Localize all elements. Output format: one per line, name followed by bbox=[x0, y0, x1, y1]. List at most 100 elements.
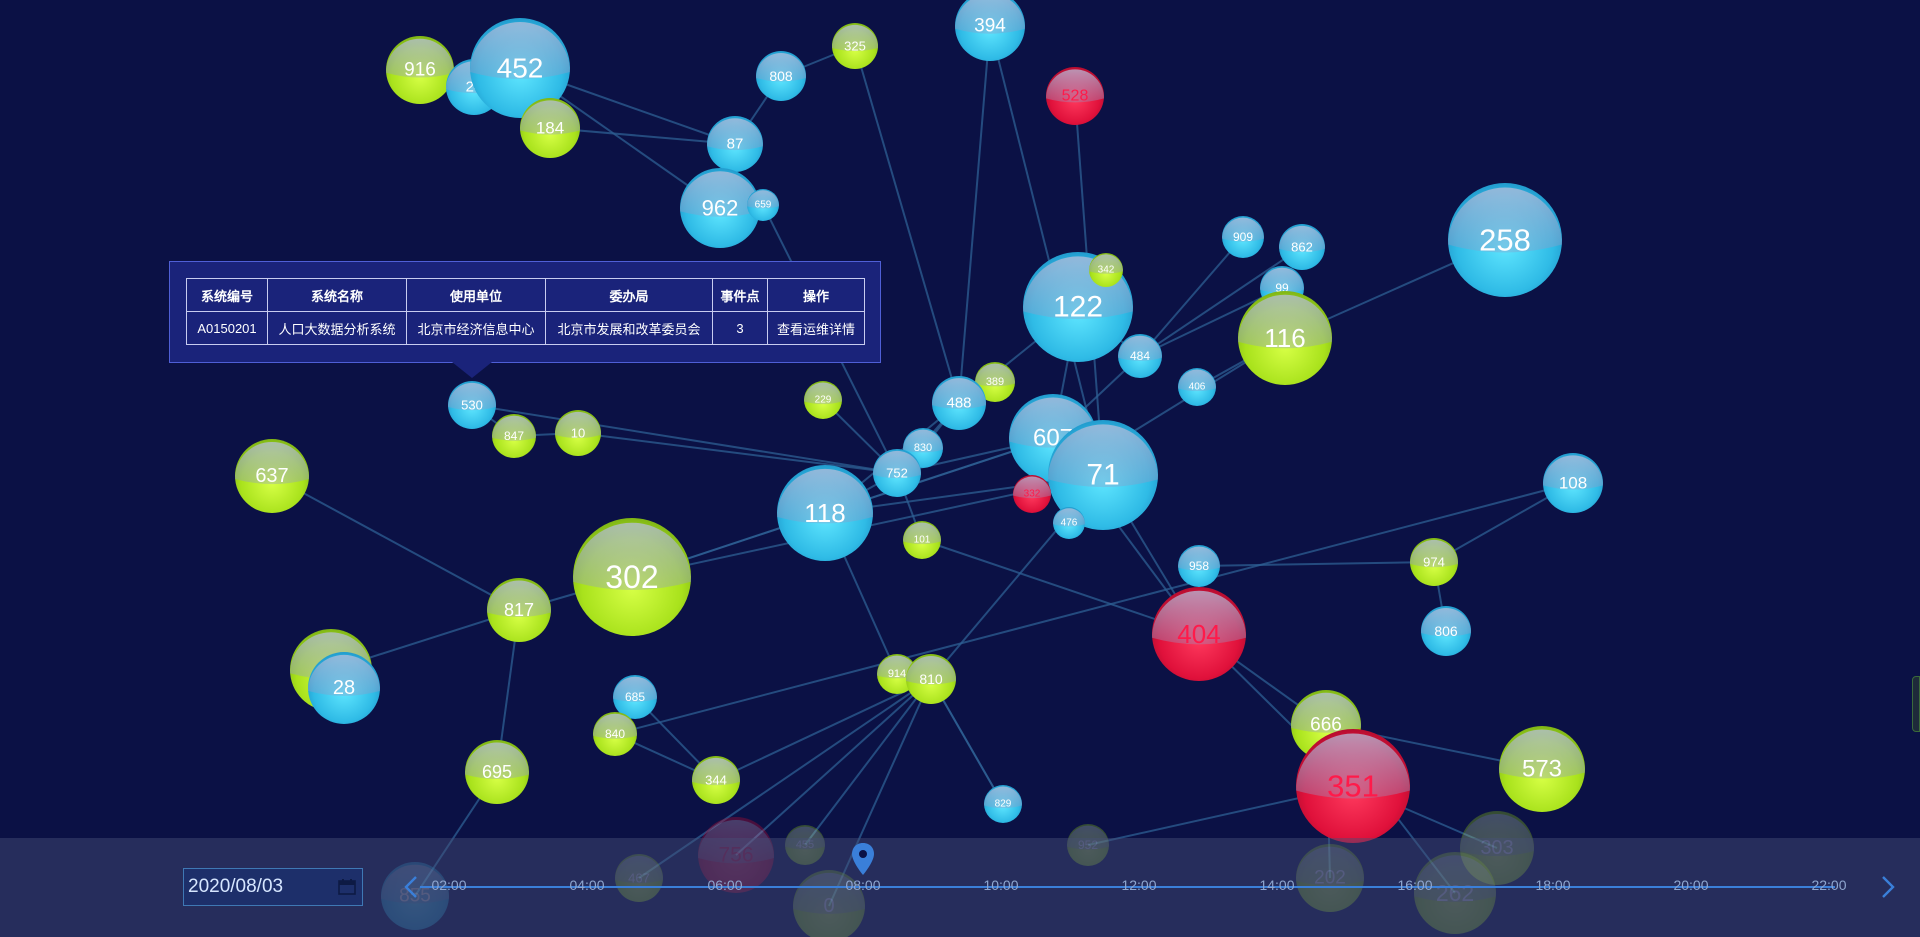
node-label: 916 bbox=[404, 60, 436, 81]
graph-node[interactable]: 847 bbox=[492, 414, 536, 458]
graph-node[interactable]: 302 bbox=[573, 518, 691, 636]
cell-system-id: A0150201 bbox=[186, 311, 268, 345]
timeline-tick[interactable]: 10:00 bbox=[973, 877, 1029, 893]
timeline-tick[interactable]: 22:00 bbox=[1801, 877, 1857, 893]
node-label: 452 bbox=[497, 53, 544, 84]
graph-node[interactable]: 28 bbox=[308, 652, 380, 724]
cell-events: 3 bbox=[712, 311, 768, 345]
graph-node[interactable]: 484 bbox=[1118, 334, 1162, 378]
node-label: 962 bbox=[702, 196, 739, 221]
timeline-tick[interactable]: 04:00 bbox=[559, 877, 615, 893]
node-label: 10 bbox=[571, 426, 585, 441]
timeline-tick[interactable]: 14:00 bbox=[1249, 877, 1305, 893]
graph-node[interactable]: 184 bbox=[520, 98, 580, 158]
graph-link bbox=[1198, 561, 1435, 567]
graph-node[interactable]: 406 bbox=[1178, 368, 1216, 406]
header-action: 操作 bbox=[767, 278, 865, 312]
graph-node[interactable]: 810 bbox=[906, 654, 956, 704]
node-label: 752 bbox=[886, 466, 908, 481]
node-label: 101 bbox=[914, 535, 931, 546]
node-label: 258 bbox=[1479, 223, 1531, 258]
graph-node[interactable]: 528 bbox=[1046, 67, 1104, 125]
graph-node[interactable]: 573 bbox=[1499, 726, 1585, 812]
graph-node[interactable]: 909 bbox=[1222, 216, 1264, 258]
view-maintenance-details-link[interactable]: 查看运维详情 bbox=[777, 322, 855, 337]
node-label: 71 bbox=[1086, 459, 1119, 492]
node-label: 476 bbox=[1061, 518, 1078, 529]
node-label: 118 bbox=[804, 498, 845, 528]
timeline-tick[interactable]: 06:00 bbox=[697, 877, 753, 893]
node-label: 530 bbox=[461, 398, 483, 413]
timeline-tick[interactable]: 12:00 bbox=[1111, 877, 1167, 893]
node-label: 637 bbox=[255, 465, 288, 487]
side-scroll-handle[interactable] bbox=[1912, 676, 1920, 732]
node-label: 351 bbox=[1327, 769, 1379, 804]
graph-node[interactable]: 817 bbox=[487, 578, 551, 642]
graph-node[interactable]: 118 bbox=[777, 465, 873, 561]
node-label: 325 bbox=[844, 39, 866, 54]
map-pin-icon[interactable] bbox=[851, 842, 875, 876]
graph-node[interactable]: 258 bbox=[1448, 183, 1562, 297]
chevron-right-icon[interactable] bbox=[1873, 873, 1901, 901]
graph-node[interactable]: 351 bbox=[1296, 729, 1410, 843]
node-label: 332 bbox=[1024, 489, 1041, 500]
graph-node[interactable]: 958 bbox=[1178, 545, 1220, 587]
graph-node[interactable]: 916 bbox=[386, 36, 454, 104]
timeline-tick[interactable]: 16:00 bbox=[1387, 877, 1443, 893]
node-label: 974 bbox=[1423, 555, 1445, 570]
node-label: 659 bbox=[755, 200, 772, 211]
graph-node[interactable]: 101 bbox=[903, 521, 941, 559]
graph-node[interactable]: 752 bbox=[873, 449, 921, 497]
graph-node[interactable]: 808 bbox=[756, 51, 806, 101]
graph-node[interactable]: 637 bbox=[235, 439, 309, 513]
table-header-row: 系统编号 系统名称 使用单位 委办局 事件点 操作 bbox=[186, 278, 865, 312]
graph-node[interactable]: 87 bbox=[707, 116, 763, 172]
network-graph: 9162445218480832539452887962659909862258… bbox=[235, 0, 1603, 937]
graph-node[interactable]: 344 bbox=[692, 756, 740, 804]
graph-node[interactable]: 862 bbox=[1279, 224, 1325, 270]
system-info-tooltip: 系统编号 系统名称 使用单位 委办局 事件点 操作 A0150201 人口大数据… bbox=[169, 261, 881, 363]
graph-node[interactable]: 116 bbox=[1238, 291, 1332, 385]
graph-node[interactable]: 806 bbox=[1421, 606, 1471, 656]
calendar-icon[interactable] bbox=[338, 879, 356, 895]
graph-node[interactable]: 332 bbox=[1013, 475, 1051, 513]
graph-node[interactable]: 342 bbox=[1089, 253, 1123, 287]
timeline-tick[interactable]: 08:00 bbox=[835, 877, 891, 893]
graph-node[interactable]: 404 bbox=[1152, 587, 1246, 681]
tooltip-arrow bbox=[452, 362, 492, 378]
graph-node[interactable]: 325 bbox=[832, 23, 878, 69]
graph-link bbox=[271, 475, 520, 611]
node-label: 87 bbox=[727, 136, 744, 153]
graph-node[interactable]: 685 bbox=[613, 675, 657, 719]
graph-node[interactable]: 229 bbox=[804, 381, 842, 419]
graph-node[interactable]: 488 bbox=[932, 376, 986, 430]
graph-node[interactable]: 530 bbox=[448, 381, 496, 429]
graph-link bbox=[577, 432, 898, 474]
node-label: 302 bbox=[605, 559, 658, 595]
graph-node[interactable]: 10 bbox=[555, 410, 601, 456]
system-info-table: 系统编号 系统名称 使用单位 委办局 事件点 操作 A0150201 人口大数据… bbox=[186, 278, 865, 345]
graph-node[interactable]: 476 bbox=[1053, 507, 1085, 539]
graph-node[interactable]: 695 bbox=[465, 740, 529, 804]
node-label: 808 bbox=[769, 68, 793, 84]
date-input[interactable]: 2020/08/03 bbox=[183, 868, 363, 906]
graph-node[interactable]: 974 bbox=[1410, 538, 1458, 586]
graph-node[interactable]: 659 bbox=[747, 189, 779, 221]
graph-node[interactable]: 394 bbox=[955, 0, 1025, 61]
timeline-tick[interactable]: 18:00 bbox=[1525, 877, 1581, 893]
graph-node[interactable]: 108 bbox=[1543, 453, 1603, 513]
timeline-tick[interactable]: 20:00 bbox=[1663, 877, 1719, 893]
node-label: 116 bbox=[1264, 323, 1305, 353]
node-label: 573 bbox=[1522, 756, 1562, 783]
node-label: 810 bbox=[919, 671, 943, 687]
node-label: 184 bbox=[536, 119, 564, 138]
graph-node[interactable]: 829 bbox=[984, 785, 1022, 823]
header-events: 事件点 bbox=[712, 278, 768, 312]
header-system-id: 系统编号 bbox=[186, 278, 268, 312]
node-label: 389 bbox=[986, 376, 1004, 388]
table-row: A0150201 人口大数据分析系统 北京市经济信息中心 北京市发展和改革委员会… bbox=[186, 311, 865, 345]
timeline-tick[interactable]: 02:00 bbox=[421, 877, 477, 893]
graph-node[interactable]: 840 bbox=[593, 712, 637, 756]
node-layer: 9162445218480832539452887962659909862258… bbox=[235, 0, 1603, 937]
node-label: 344 bbox=[705, 773, 727, 788]
